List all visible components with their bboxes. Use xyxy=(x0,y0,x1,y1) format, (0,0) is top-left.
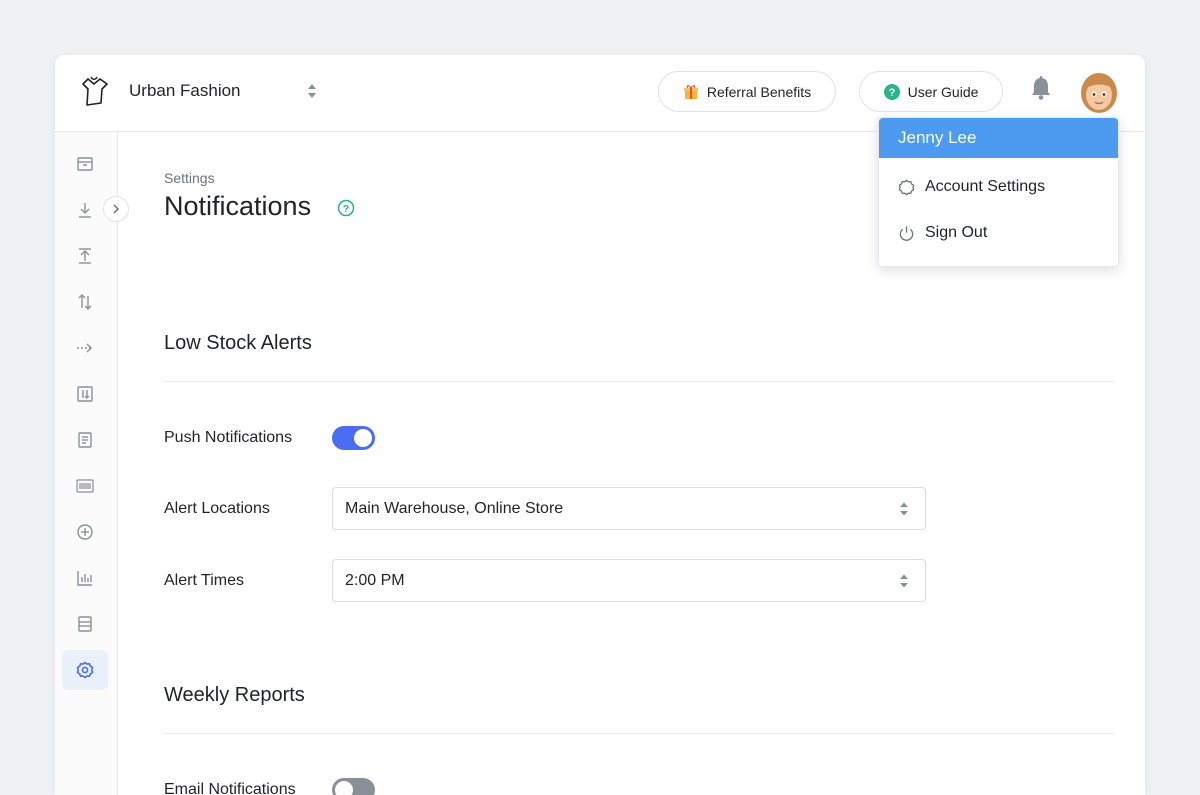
archive-icon xyxy=(76,155,94,173)
store-name: Urban Fashion xyxy=(129,81,241,101)
transfer-icon xyxy=(76,293,94,311)
email-notifications-toggle[interactable] xyxy=(332,778,375,795)
add-circle-icon xyxy=(76,523,94,541)
user-menu-dropdown: Jenny Lee Account Settings Sign Out xyxy=(878,117,1119,267)
alert-times-select[interactable]: 2:00 PM xyxy=(332,559,926,602)
referral-benefits-button[interactable]: Referral Benefits xyxy=(658,71,836,112)
question-circle-icon: ? xyxy=(884,84,900,100)
alert-locations-value: Main Warehouse, Online Store xyxy=(345,500,563,518)
sidebar-item-document[interactable] xyxy=(62,420,108,460)
power-icon xyxy=(898,225,915,242)
sidebar-item-outbound[interactable] xyxy=(62,236,108,276)
sidebar-item-inbound[interactable] xyxy=(62,190,108,230)
sidebar-item-dashed-arrow[interactable] xyxy=(62,328,108,368)
adjust-icon xyxy=(76,385,94,403)
help-circle-icon[interactable]: ? xyxy=(337,199,355,217)
sidebar-item-transfer[interactable] xyxy=(62,282,108,322)
list-icon xyxy=(76,615,94,633)
gear-icon xyxy=(898,179,915,196)
alert-locations-label: Alert Locations xyxy=(164,500,270,518)
sidebar-item-settings[interactable] xyxy=(62,650,108,690)
left-sidebar xyxy=(55,132,118,795)
bar-chart-icon xyxy=(76,569,94,587)
chevron-right-icon xyxy=(111,203,121,215)
shirt-logo-icon xyxy=(80,75,110,109)
settings-icon xyxy=(76,661,94,679)
section-divider xyxy=(164,733,1114,734)
user-guide-button[interactable]: ? User Guide xyxy=(859,71,1003,112)
referral-benefits-label: Referral Benefits xyxy=(707,84,811,100)
email-notifications-label: Email Notifications xyxy=(164,781,296,795)
weekly-reports-title: Weekly Reports xyxy=(164,684,305,707)
low-stock-alerts-title: Low Stock Alerts xyxy=(164,332,312,355)
upload-icon xyxy=(76,247,94,265)
sidebar-item-adjust[interactable] xyxy=(62,374,108,414)
breadcrumb[interactable]: Settings xyxy=(164,170,215,186)
svg-text:?: ? xyxy=(888,87,895,99)
sidebar-item-barcode[interactable] xyxy=(62,466,108,506)
toggle-knob xyxy=(335,781,353,795)
sign-out-menu-item[interactable]: Sign Out xyxy=(898,224,987,242)
sidebar-item-list[interactable] xyxy=(62,604,108,644)
alert-times-label: Alert Times xyxy=(164,572,244,590)
account-settings-menu-item[interactable]: Account Settings xyxy=(898,178,1045,196)
app-window: Urban Fashion Referral Benefits ? User G… xyxy=(55,55,1145,795)
store-switch-caret-icon[interactable] xyxy=(305,82,319,100)
user-menu-name[interactable]: Jenny Lee xyxy=(879,118,1118,158)
push-notifications-toggle[interactable] xyxy=(332,426,375,450)
user-guide-label: User Guide xyxy=(908,84,979,100)
sidebar-item-reports[interactable] xyxy=(62,558,108,598)
gift-icon xyxy=(683,84,699,100)
account-settings-label: Account Settings xyxy=(925,178,1045,196)
alert-times-value: 2:00 PM xyxy=(345,572,405,590)
svg-text:?: ? xyxy=(343,203,349,215)
select-caret-icon xyxy=(899,573,909,589)
user-avatar[interactable] xyxy=(1079,69,1119,113)
sidebar-expand-button[interactable] xyxy=(103,196,129,222)
sign-out-label: Sign Out xyxy=(925,224,987,242)
push-notifications-label: Push Notifications xyxy=(164,429,292,447)
page-title: Notifications xyxy=(164,191,311,222)
barcode-icon xyxy=(76,477,94,495)
sidebar-item-archive[interactable] xyxy=(62,144,108,184)
sidebar-item-add[interactable] xyxy=(62,512,108,552)
alert-locations-select[interactable]: Main Warehouse, Online Store xyxy=(332,487,926,530)
section-divider xyxy=(164,381,1114,382)
document-icon xyxy=(76,431,94,449)
download-icon xyxy=(76,201,94,219)
toggle-knob xyxy=(354,429,372,447)
bell-icon[interactable] xyxy=(1029,75,1053,101)
dashed-arrow-icon xyxy=(76,339,94,357)
select-caret-icon xyxy=(899,501,909,517)
